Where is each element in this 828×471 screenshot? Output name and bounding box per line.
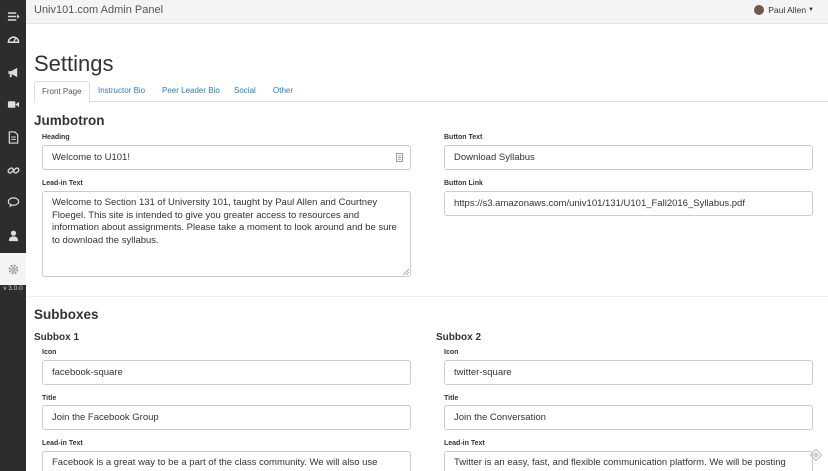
field-clipboard-icon — [396, 153, 403, 162]
user-menu[interactable]: Paul Allen ▼ — [754, 5, 814, 15]
sidebar: v 3.0.0 — [0, 0, 26, 471]
user-name: Paul Allen — [768, 5, 807, 15]
subbox-2-leadin-textarea[interactable]: Twitter is an easy, fast, and flexible c… — [444, 451, 813, 471]
user-icon — [8, 230, 18, 241]
button-text-input-value: Download Syllabus — [454, 152, 535, 163]
resize-handle-icon[interactable] — [403, 269, 409, 275]
comment-icon — [7, 196, 19, 208]
button-link-label: Button Link — [444, 180, 483, 187]
page-title: Settings — [34, 51, 114, 76]
subbox-2-icon-label: Icon — [444, 349, 459, 356]
caret-down-icon: ▼ — [808, 7, 814, 13]
subboxes-section-title: Subboxes — [34, 307, 99, 322]
sidebar-item-settings[interactable] — [0, 253, 26, 285]
heading-label: Heading — [42, 134, 70, 141]
sidebar-item-videos[interactable] — [0, 88, 26, 120]
document-icon — [8, 130, 18, 144]
leadin-textarea[interactable]: Welcome to Section 131 of University 101… — [42, 191, 411, 277]
jumbotron-section-title: Jumbotron — [34, 113, 105, 128]
subbox-2-title-value: Join the Conversation — [454, 412, 546, 423]
subbox-1-title-input[interactable]: Join the Facebook Group — [42, 405, 411, 430]
subbox-1-icon-value: facebook-square — [52, 367, 123, 378]
leadin-textarea-value: Welcome to Section 131 of University 101… — [52, 197, 397, 246]
link-icon — [6, 166, 20, 174]
button-text-label: Button Text — [444, 134, 483, 141]
tab-instructor-bio[interactable]: Instructor Bio — [91, 81, 152, 102]
button-link-input[interactable]: https://s3.amazonaws.com/univ101/131/U10… — [444, 191, 813, 216]
move-diamond-icon[interactable] — [810, 449, 822, 461]
subbox-1-title-label: Title — [42, 395, 57, 402]
subbox-2-icon-input[interactable]: twitter-square — [444, 360, 813, 385]
tab-peer-leader-bio[interactable]: Peer Leader Bio — [155, 81, 227, 102]
menu-icon — [7, 11, 20, 21]
heading-input-value: Welcome to U101! — [52, 152, 130, 163]
top-navbar: Univ101.com Admin Panel Paul Allen ▼ — [26, 0, 828, 24]
subbox-1-title-value: Join the Facebook Group — [52, 412, 159, 423]
dashboard-icon — [7, 36, 19, 43]
subbox-1-icon-input[interactable]: facebook-square — [42, 360, 411, 385]
sidebar-item-comments[interactable] — [0, 186, 26, 218]
avatar — [754, 5, 765, 15]
subbox-2-icon-value: twitter-square — [454, 367, 512, 378]
subbox-2-leadin-value: Twitter is an easy, fast, and flexible c… — [454, 457, 786, 468]
subbox-2-leadin-label: Lead-in Text — [444, 440, 485, 447]
video-icon — [7, 100, 19, 108]
subbox-2-title: Subbox 2 — [436, 332, 482, 343]
leadin-label: Lead-in Text — [42, 180, 83, 187]
tab-other[interactable]: Other — [266, 81, 300, 102]
button-text-input[interactable]: Download Syllabus — [444, 145, 813, 170]
section-divider — [26, 296, 828, 297]
sidebar-item-documents[interactable] — [0, 121, 26, 153]
app-version: v 3.0.0 — [3, 285, 23, 292]
subbox-1-icon-label: Icon — [42, 349, 57, 356]
sidebar-item-users[interactable] — [0, 219, 26, 251]
app-title[interactable]: Univ101.com Admin Panel — [34, 4, 163, 16]
sidebar-item-announcements[interactable] — [0, 56, 26, 88]
tab-social[interactable]: Social — [227, 81, 263, 102]
button-link-input-value: https://s3.amazonaws.com/univ101/131/U10… — [454, 198, 745, 209]
sidebar-item-dashboard[interactable] — [0, 23, 26, 55]
subbox-1-leadin-value: Facebook is a great way to be a part of … — [52, 457, 378, 468]
sidebar-item-links[interactable] — [0, 154, 26, 186]
bullhorn-icon — [7, 67, 17, 77]
subbox-1-leadin-textarea[interactable]: Facebook is a great way to be a part of … — [42, 451, 411, 471]
settings-tabs: Front Page Instructor Bio Peer Leader Bi… — [34, 81, 828, 103]
subbox-1-leadin-label: Lead-in Text — [42, 440, 83, 447]
subbox-1-title: Subbox 1 — [34, 332, 80, 343]
subbox-2-title-input[interactable]: Join the Conversation — [444, 405, 813, 430]
subbox-2-title-label: Title — [444, 395, 459, 402]
gear-icon — [8, 264, 18, 274]
heading-input[interactable]: Welcome to U101! — [42, 145, 411, 170]
tab-front-page[interactable]: Front Page — [34, 81, 90, 103]
